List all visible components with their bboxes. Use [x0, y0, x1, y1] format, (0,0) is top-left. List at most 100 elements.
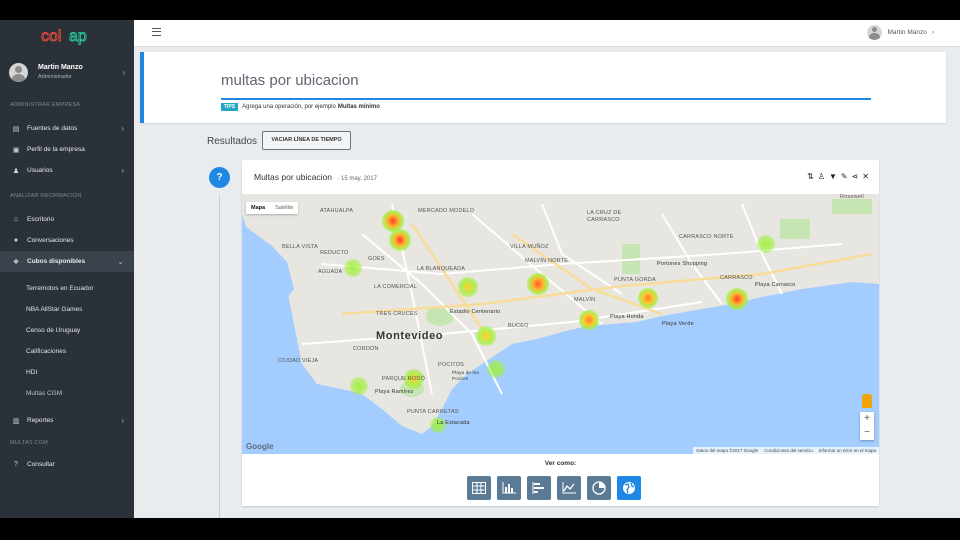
sidebar-item-label: Cubos disponibles [27, 258, 86, 265]
sidebar-item-label: Escritorio [27, 216, 55, 223]
sidebar-item-company-profile[interactable]: ▣ Perfil de la empresa [0, 139, 134, 160]
question-icon[interactable]: ? [209, 167, 230, 188]
tab-satellite[interactable]: Satélite [270, 202, 298, 214]
map-label: LA COMERCIAL [374, 284, 418, 290]
line-chart-icon [562, 482, 576, 494]
cube-item[interactable]: Terremotos en Ecuador [0, 278, 134, 299]
view-as-buttons [467, 476, 641, 500]
timeline-line [219, 195, 220, 518]
map-label: BUCEO [508, 323, 529, 329]
globe-icon [623, 482, 635, 494]
cube-item[interactable]: HDI [0, 362, 134, 383]
heatmap-hotspot [344, 259, 362, 277]
tips-text: Agrega una operación, por ejemplo [242, 104, 336, 110]
map-label: Rosewell [840, 194, 864, 200]
heatmap-hotspot [579, 310, 599, 330]
chevron-right-icon: › [121, 124, 124, 133]
map-data-credit: Datos del mapa ©2017 Google [696, 448, 759, 453]
query-underline [221, 98, 871, 100]
map-label: POCITOS [438, 362, 465, 368]
map-label: VILLA MUÑOZ [510, 244, 549, 250]
close-icon[interactable]: ✕ [862, 172, 869, 181]
card-title: Multas por ubicacion · 15 may. 2017 [254, 172, 377, 182]
sidebar-item-reports[interactable]: ▥ Reportes › [0, 410, 134, 431]
map-label: Estadio Centenario [450, 309, 501, 315]
cube-item[interactable]: Multas CGM [0, 383, 134, 404]
map-label: LA CRUZ DE CARRASCO [587, 210, 622, 223]
pin-icon[interactable]: ✎ [841, 172, 848, 181]
tips-badge: TIPS [221, 103, 239, 111]
map-label: ATAHUALPA [320, 208, 354, 214]
section-admin: ADMINISTRAR EMPRESA [10, 102, 81, 108]
heatmap-hotspot [458, 277, 478, 297]
avatar [9, 62, 28, 82]
drill-icon[interactable]: ♙ [818, 172, 825, 181]
map-label: Playa Ramírez [375, 389, 414, 395]
terms-link[interactable]: Condiciones del servicio [764, 448, 813, 453]
card-date: · 15 may. 2017 [337, 176, 377, 182]
logo-text: col [41, 28, 61, 45]
top-user-menu[interactable]: Martin Manzo › [867, 25, 934, 40]
view-map-button[interactable] [617, 476, 641, 500]
sidebar-item-label: Usuarios [27, 167, 53, 174]
user-name: Martin Manzo [38, 64, 83, 71]
home-icon: ⌂ [13, 216, 19, 223]
sidebar-item-data-sources[interactable]: ▤ Fuentes de datos › [0, 118, 134, 139]
card-toolbar: ⇅ ♙ ▼ ✎ ⋖ ✕ [807, 172, 869, 181]
street-view-pegman-icon[interactable] [862, 394, 872, 408]
cube-item[interactable]: NBA AllStar Games [0, 299, 134, 320]
heatmap-hotspot [527, 273, 549, 295]
sidebar-item-consult[interactable]: ? Consultar [0, 454, 134, 475]
sidebar-item-conversations[interactable]: ● Conversaciones [0, 230, 134, 251]
view-bar-chart-button[interactable] [497, 476, 521, 500]
map-label: BELLA VISTA [282, 244, 319, 250]
report-error-link[interactable]: Informar un error en el mapa [819, 448, 876, 453]
map-label: Portones Shopping [657, 261, 708, 267]
map-label: GOES [368, 256, 385, 262]
sidebar-item-label: Perfil de la empresa [27, 146, 85, 153]
map-label-city: Montevideo [376, 330, 444, 342]
sidebar-user[interactable]: Martin Manzo Administrador › [0, 52, 134, 92]
view-line-chart-button[interactable] [557, 476, 581, 500]
heatmap-hotspot [757, 235, 775, 253]
heatmap-hotspot [726, 288, 748, 310]
map-label: MERCADO MODELO [418, 208, 475, 214]
map[interactable]: ATAHUALPA MERCADO MODELO LA CRUZ DE CARR… [242, 194, 879, 454]
sidebar-item-label: Conversaciones [27, 237, 74, 244]
top-bar: Martin Manzo › [134, 20, 960, 47]
chevron-right-icon: › [122, 67, 125, 77]
svg-text:ap: ap [69, 28, 87, 45]
results-title: Resultados [207, 136, 258, 147]
view-as-label: Ver como: [544, 460, 577, 467]
view-horizontal-bar-button[interactable] [527, 476, 551, 500]
share-icon[interactable]: ⋖ [852, 172, 859, 181]
filter-icon[interactable]: ▼ [829, 172, 837, 181]
pie-chart-icon [592, 481, 606, 495]
section-fines: MULTAS CGM [10, 440, 48, 446]
user-role: Administrador [38, 74, 72, 80]
view-pie-chart-button[interactable] [587, 476, 611, 500]
tab-map[interactable]: Mapa [246, 202, 270, 214]
cube-item[interactable]: Calificaciones [0, 341, 134, 362]
zoom-out-button[interactable]: − [860, 426, 874, 440]
zoom-in-button[interactable]: + [860, 412, 874, 426]
briefcase-icon: ▣ [12, 146, 20, 154]
top-user-name: Martin Manzo [887, 29, 927, 36]
clear-timeline-button[interactable]: VACIAR LÍNEA DE TIEMPO [262, 131, 351, 150]
map-label: MALVÍN NORTE [525, 258, 569, 264]
menu-icon[interactable] [152, 28, 161, 36]
google-logo: Google [246, 442, 274, 451]
sidebar-item-desktop[interactable]: ⌂ Escritorio [0, 209, 134, 230]
tips-example[interactable]: Multas mínimo [338, 104, 380, 110]
logo[interactable]: col ap [0, 23, 134, 49]
sidebar-item-users[interactable]: ♟ Usuarios › [0, 160, 134, 181]
query-input[interactable]: multas por ubicacion [221, 72, 359, 89]
users-icon: ♟ [12, 167, 20, 175]
avatar [867, 25, 883, 40]
map-label: CARRASCO [720, 275, 753, 281]
cube-item[interactable]: Censo de Uruguay [0, 320, 134, 341]
sidebar-item-cubes[interactable]: ❖ Cubos disponibles ⌄ [0, 251, 134, 272]
sort-icon[interactable]: ⇅ [807, 172, 814, 181]
map-label: PUNTA CARRETAS [407, 409, 459, 415]
view-table-button[interactable] [467, 476, 491, 500]
